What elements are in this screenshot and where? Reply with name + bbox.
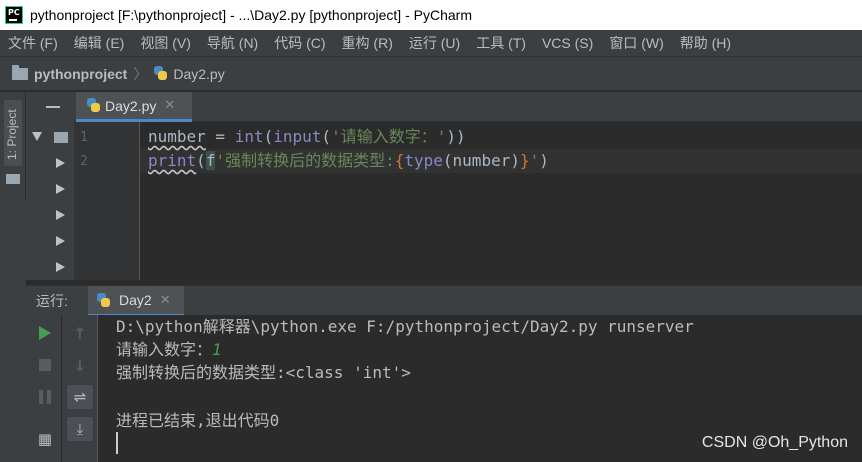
code-token: print: [148, 151, 197, 170]
menu-help[interactable]: 帮助 (H): [672, 33, 739, 53]
pycharm-app-icon: PC: [5, 6, 23, 24]
code-token: int: [234, 127, 264, 146]
pause-icon: [39, 390, 51, 404]
layout-button[interactable]: ▦: [32, 427, 58, 451]
menu-file[interactable]: 文件 (F): [0, 33, 66, 53]
project-tree: [26, 122, 74, 280]
python-file-icon: [96, 292, 111, 308]
console-exit-line: 进程已结束,退出代码0: [116, 411, 280, 430]
close-icon[interactable]: ✕: [160, 293, 171, 308]
menu-bar: 文件 (F) 编辑 (E) 视图 (V) 导航 (N) 代码 (C) 重构 (R…: [0, 30, 862, 57]
code-token: '请输入数字：': [331, 127, 447, 146]
console-prompt: 请输入数字：: [116, 340, 213, 359]
rerun-button[interactable]: [32, 321, 58, 345]
tree-arrow-icon[interactable]: [56, 158, 65, 168]
expand-arrow-icon[interactable]: [32, 132, 42, 141]
code-token: )): [446, 127, 466, 146]
breadcrumb: pythonproject 〉 Day2.py: [0, 57, 862, 91]
code-token: ': [529, 151, 540, 170]
code-token: number: [148, 127, 206, 146]
line-number-gutter: 1 2: [74, 122, 140, 280]
soft-wrap-icon: ⇌: [73, 388, 87, 406]
tree-arrow-icon[interactable]: [56, 210, 65, 220]
code-token: input: [273, 127, 322, 146]
collapse-icon[interactable]: [46, 106, 60, 108]
console-prompt-line: 请输入数字：1: [116, 339, 222, 361]
pause-button[interactable]: [32, 385, 58, 409]
left-tool-strip: 1: Project: [0, 92, 26, 200]
code-token: '强制转换后的数据类型:: [215, 151, 395, 170]
run-toolbar-primary: ▦: [26, 315, 62, 462]
left-tool-strip-lower: [0, 200, 26, 462]
line-number: 2: [80, 154, 88, 169]
code-token: =: [205, 127, 235, 146]
stop-button[interactable]: [32, 353, 58, 377]
menu-navigate[interactable]: 导航 (N): [199, 33, 266, 53]
layout-icon: ▦: [37, 430, 53, 448]
close-icon[interactable]: ✕: [164, 98, 175, 113]
folder-icon: [54, 132, 68, 143]
editor-tab-bar: Day2.py ✕: [74, 92, 862, 122]
menu-code[interactable]: 代码 (C): [266, 33, 333, 53]
folder-icon: [6, 174, 20, 184]
python-file-icon: [153, 66, 168, 81]
python-file-icon: [86, 98, 101, 113]
tree-arrow-icon[interactable]: [56, 236, 65, 246]
run-toolbar-secondary: ↑ ↓ ⇌ ⤓: [62, 315, 98, 462]
arrow-down-icon: ↓: [73, 355, 87, 375]
code-line-1[interactable]: number = int(input('请输入数字：')): [148, 125, 466, 149]
console-caret: [116, 432, 118, 454]
window-titlebar: PC pythonproject [F:\pythonproject] - ..…: [0, 0, 862, 30]
code-token: (: [263, 127, 274, 146]
code-token: {: [394, 151, 405, 170]
run-tab-day2[interactable]: Day2 ✕: [88, 286, 184, 316]
code-token: f: [205, 151, 216, 170]
breadcrumb-project[interactable]: pythonproject: [34, 66, 127, 82]
menu-refactor[interactable]: 重构 (R): [334, 33, 401, 53]
code-token: (: [196, 151, 206, 170]
menu-run[interactable]: 运行 (U): [401, 33, 468, 53]
chevron-right-icon: 〉: [133, 66, 148, 83]
run-tab-label: Day2: [119, 292, 152, 308]
arrow-up-icon: ↑: [73, 323, 87, 343]
scroll-down-button[interactable]: ↓: [67, 353, 93, 377]
code-token: (: [321, 127, 332, 146]
menu-vcs[interactable]: VCS (S): [534, 35, 601, 51]
run-label: 运行:: [36, 292, 68, 309]
tree-arrow-icon[interactable]: [56, 184, 65, 194]
play-icon: [39, 326, 51, 340]
editor-tab-label: Day2.py: [105, 97, 157, 114]
menu-window[interactable]: 窗口 (W): [601, 33, 671, 53]
code-editor[interactable]: number = int(input('请输入数字：')) print(f'强制…: [140, 122, 862, 280]
project-tool-window-button[interactable]: 1: Project: [4, 100, 22, 166]
code-line-2[interactable]: print(f'强制转换后的数据类型:{type(number)}'): [148, 149, 549, 173]
console-user-input: 1: [212, 340, 222, 359]
code-token: (number): [442, 151, 520, 170]
console-command-line: D:\python解释器\python.exe F:/pythonproject…: [116, 317, 694, 336]
code-token: type: [404, 151, 443, 170]
soft-wrap-button[interactable]: ⇌: [67, 385, 93, 409]
breadcrumb-file[interactable]: Day2.py: [173, 66, 224, 82]
run-tool-window-header: 运行: Day2 ✕: [26, 285, 862, 316]
scroll-to-end-icon: ⤓: [76, 420, 84, 438]
console-output-line: 强制转换后的数据类型:<class 'int'>: [116, 363, 411, 382]
menu-tools[interactable]: 工具 (T): [468, 33, 534, 53]
window-title: pythonproject [F:\pythonproject] - ...\D…: [30, 7, 472, 23]
scroll-to-end-button[interactable]: ⤓: [67, 417, 93, 441]
code-token: }: [519, 151, 530, 170]
menu-view[interactable]: 视图 (V): [132, 33, 199, 53]
folder-icon: [12, 64, 28, 80]
code-token: ): [539, 151, 549, 170]
line-number: 1: [80, 130, 88, 145]
stop-icon: [39, 359, 51, 371]
watermark: CSDN @Oh_Python: [701, 434, 848, 451]
menu-edit[interactable]: 编辑 (E): [66, 33, 133, 53]
project-panel-header: [26, 92, 74, 122]
tree-arrow-icon[interactable]: [56, 262, 65, 272]
editor-tab-day2[interactable]: Day2.py ✕: [76, 92, 192, 122]
scroll-up-button[interactable]: ↑: [67, 321, 93, 345]
